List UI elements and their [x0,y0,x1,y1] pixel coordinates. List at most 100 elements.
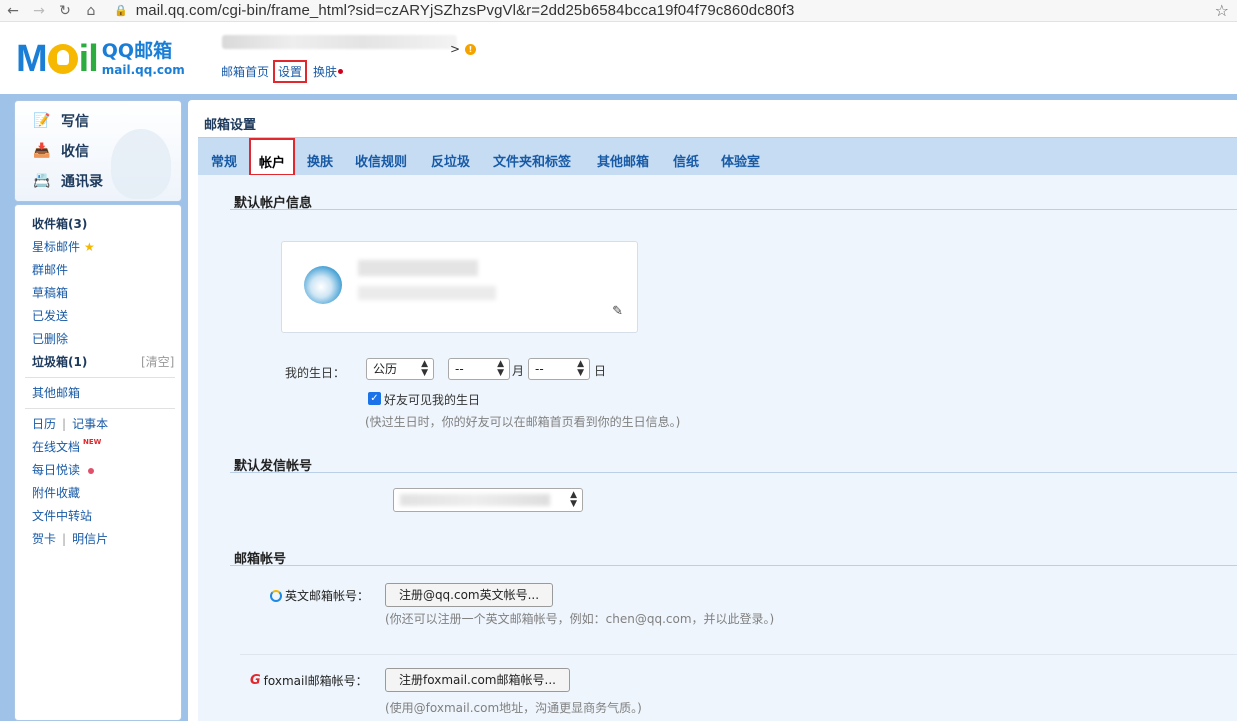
qqmail-logo[interactable]: M il QQ邮箱 mail.qq.com [16,40,185,78]
section-divider [230,209,1237,210]
forward-button[interactable]: → [26,0,52,22]
foxmail-account-hint: (使用@foxmail.com地址，沟通更显商务气质。) [385,701,642,715]
settings-tabs: 常规 帐户 换肤 收信规则 反垃圾 文件夹和标签 其他邮箱 信纸 体验室 [198,137,1237,176]
daily-reading-label: 每日悦读 [32,463,81,477]
edit-pencil-icon[interactable]: ✎ [612,304,623,319]
calendar-type-select[interactable]: 公历 ▲ ▼ [366,358,434,380]
tab-labs[interactable]: 体验室 [721,151,760,170]
friends-visible-checkbox[interactable]: ✓ [368,392,381,405]
calendar-link[interactable]: 日历 [32,417,56,431]
sidebar-item-calendar-notes: 日历 | 记事本 [32,415,108,432]
sidebar-item-starred[interactable]: 星标邮件 ★ [32,238,95,255]
sidebar-folder-list: 收件箱(3) 星标邮件 ★ 群邮件 草稿箱 已发送 已删除 垃圾箱(1) [清空]… [14,204,182,721]
sidebar-item-online-docs[interactable]: 在线文档 NEW [32,438,101,455]
foxmail-account-label: G foxmail邮箱帐号： [250,672,368,689]
qq-english-mail-icon [270,589,282,602]
sidebar-item-file-transfer[interactable]: 文件中转站 [32,507,92,524]
foxmail-account-label-text: foxmail邮箱帐号： [263,674,368,688]
back-button[interactable]: ← [0,0,26,22]
sidebar-item-deleted[interactable]: 已删除 [32,330,68,347]
mailbox-home-link[interactable]: 邮箱首页 [221,63,269,80]
tab-account[interactable]: 帐户 [249,138,296,176]
contacts-icon: 📇 [33,173,51,189]
compose-button[interactable]: 📝 写信 [33,111,89,131]
select-arrows-icon: ▲ ▼ [497,359,504,378]
birth-day-value: -- [535,362,544,376]
compose-label: 写信 [61,114,89,130]
url-text: mail.qq.com/cgi-bin/frame_html?sid=czARY… [135,2,795,19]
inbox-download-icon: 📥 [33,143,51,159]
home-button[interactable]: ⌂ [78,0,104,22]
sidebar-item-group[interactable]: 群邮件 [32,261,68,278]
tab-stationery[interactable]: 信纸 [673,151,699,170]
sidebar-item-daily-reading[interactable]: 每日悦读 [32,461,95,478]
sidebar-item-drafts[interactable]: 草稿箱 [32,284,68,301]
birthday-label: 我的生日： [285,366,346,380]
postcards-link[interactable]: 明信片 [72,532,108,546]
sidebar-item-sent[interactable]: 已发送 [32,307,68,324]
sidebar-item-spam[interactable]: 垃圾箱(1) [32,353,87,370]
tab-skin[interactable]: 换肤 [307,151,333,170]
default-sender-select[interactable]: ▲ ▼ [393,488,583,512]
profile-email-blurred [358,286,496,300]
logo-cn-text: QQ邮箱 [101,40,173,62]
logo-domain-text: mail.qq.com [101,63,185,77]
english-account-label-text: 英文邮箱帐号： [285,589,370,603]
bookmark-star-icon[interactable]: ☆ [1215,1,1229,20]
avatar[interactable] [304,266,342,304]
register-foxmail-account-button[interactable]: 注册foxmail.com邮箱帐号... [385,668,570,692]
user-caret[interactable]: > [450,42,460,56]
settings-link[interactable]: 设置 [278,65,302,79]
profile-card: ✎ [281,241,638,333]
sidebar-item-inbox[interactable]: 收件箱(3) [32,215,87,232]
birth-day-select[interactable]: -- ▲ ▼ [528,358,590,380]
receive-button[interactable]: 📥 收信 [33,141,89,161]
tab-general[interactable]: 常规 [211,151,237,170]
contacts-label: 通讯录 [61,174,103,190]
birth-month-value: -- [455,362,464,376]
browser-toolbar: ← → ↻ ⌂ 🔒 mail.qq.com/cgi-bin/frame_html… [0,0,1237,22]
friends-visible-label[interactable]: 好友可见我的生日 [384,391,480,408]
sidebar-item-attachments[interactable]: 附件收藏 [32,484,80,501]
reload-button[interactable]: ↻ [52,0,78,22]
sidebar-divider [25,377,175,378]
tab-other-mailbox[interactable]: 其他邮箱 [597,151,649,170]
warning-icon[interactable]: ! [465,44,476,55]
settings-link-highlight: 设置 [273,60,308,83]
logo-bell-icon [47,44,78,74]
sidebar-item-cards: 贺卡 | 明信片 [32,530,108,547]
star-icon: ★ [84,240,95,254]
notification-dot [338,69,344,74]
page-header: M il QQ邮箱 mail.qq.com > ! 邮箱首页 设置 换肤 [0,22,1237,94]
logo-mail-wordmark: M il [16,38,99,80]
logo-letter-m: M [16,38,48,80]
user-name-blurred [222,35,457,49]
register-english-account-button[interactable]: 注册@qq.com英文帐号... [385,583,553,607]
page-title: 邮箱设置 [204,118,257,133]
english-account-label: 英文邮箱帐号： [270,587,369,604]
contacts-button[interactable]: 📇 通讯录 [33,171,103,191]
logo-text: QQ邮箱 mail.qq.com [101,40,185,77]
address-bar[interactable]: 🔒 mail.qq.com/cgi-bin/frame_html?sid=czA… [114,1,794,21]
clear-spam-link[interactable]: [清空] [141,353,174,370]
tab-mail-rules[interactable]: 收信规则 [355,151,407,170]
sidebar-actions: 📝 写信 📥 收信 📇 通讯录 [14,100,182,202]
notes-link[interactable]: 记事本 [72,417,108,431]
sidebar-item-other-mailbox[interactable]: 其他邮箱 [32,384,80,401]
english-account-hint: (你还可以注册一个英文邮箱帐号，例如：chen@qq.com，并以此登录。) [385,612,775,626]
receive-label: 收信 [61,144,89,160]
select-arrows-icon: ▲ ▼ [577,359,584,378]
tab-anti-spam[interactable]: 反垃圾 [431,151,470,170]
select-arrows-icon: ▲ ▼ [421,359,428,378]
cards-link[interactable]: 贺卡 [32,532,56,546]
profile-name-blurred [358,260,478,276]
pipe-separator: | [62,417,67,431]
skin-link[interactable]: 换肤 [313,63,337,80]
birth-month-select[interactable]: -- ▲ ▼ [448,358,510,380]
tab-folders-labels[interactable]: 文件夹和标签 [493,151,571,170]
sidebar-divider [25,408,175,409]
section-divider [230,472,1237,473]
day-unit-label: 日 [594,364,607,378]
sender-address-blurred [400,494,550,506]
month-unit-label: 月 [512,364,525,378]
